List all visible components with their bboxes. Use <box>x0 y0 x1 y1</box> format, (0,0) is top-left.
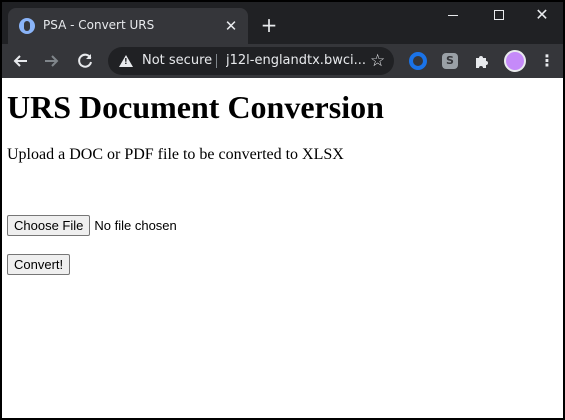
warning-icon[interactable] <box>119 55 133 67</box>
puzzle-icon[interactable] <box>472 51 492 71</box>
puzzle-shape <box>476 56 488 68</box>
forward-icon <box>45 55 59 67</box>
choose-file-button[interactable]: Choose File <box>7 215 91 236</box>
omnibox-divider <box>216 54 217 68</box>
maximize-icon <box>494 10 504 20</box>
page-title: URS Document Conversion <box>7 89 384 125</box>
tab-psa-convert-urs[interactable]: PSA - Convert URS ✕ <box>8 8 248 44</box>
back-button[interactable] <box>7 48 33 74</box>
close-tab-icon[interactable]: ✕ <box>221 16 241 36</box>
address-bar[interactable]: Not secure j12l-englandtx.bwci... ☆ <box>108 47 394 75</box>
convert-row: Convert! <box>7 254 71 275</box>
extension-s-icon[interactable]: S <box>442 53 458 69</box>
url-text[interactable]: j12l-englandtx.bwci... <box>226 53 366 68</box>
favicon-icon <box>19 18 35 34</box>
menu-icon[interactable]: ⋮ <box>539 51 555 71</box>
maximize-button[interactable] <box>476 2 522 30</box>
security-label[interactable]: Not secure <box>142 53 212 68</box>
file-status: No file chosen <box>94 218 177 233</box>
reload-button[interactable] <box>72 48 98 74</box>
extension-ring-icon[interactable] <box>409 52 427 70</box>
page-content: URS Document Conversion Upload a DOC or … <box>2 78 563 418</box>
browser-window: PSA - Convert URS ✕ + ✕ ! Not secure j12… <box>0 0 565 420</box>
reload-icon <box>78 53 92 68</box>
window-close-button[interactable]: ✕ <box>519 2 563 30</box>
tab-title: PSA - Convert URS <box>43 18 155 32</box>
file-input: Choose File No file chosen <box>7 215 177 237</box>
tab-strip: PSA - Convert URS ✕ + ✕ <box>2 2 563 44</box>
star-icon[interactable]: ☆ <box>370 50 385 72</box>
back-icon <box>13 55 27 67</box>
browser-toolbar: Not secure j12l-englandtx.bwci... ☆ S ⋮ <box>2 44 563 78</box>
minimize-icon <box>448 14 458 16</box>
minimize-button[interactable] <box>430 2 476 30</box>
page-description: Upload a DOC or PDF file to be converted… <box>7 146 344 163</box>
avatar[interactable] <box>504 50 526 72</box>
forward-button[interactable] <box>39 48 65 74</box>
convert-button[interactable]: Convert! <box>7 254 71 275</box>
new-tab-button[interactable]: + <box>257 14 281 38</box>
